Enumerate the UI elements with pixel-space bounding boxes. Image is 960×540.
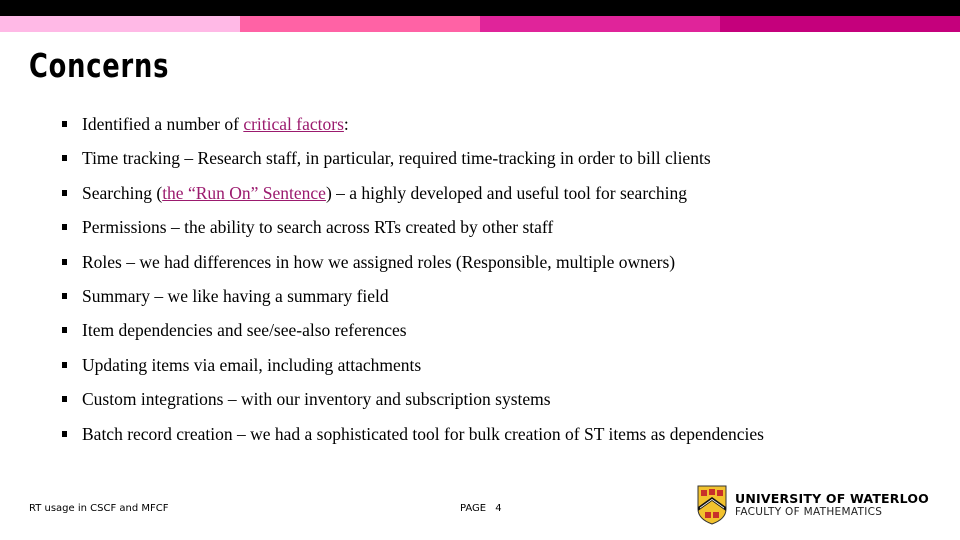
bullet-text: Updating items via email, including atta… bbox=[82, 354, 422, 375]
bullet-text: Time tracking – Research staff, in parti… bbox=[82, 148, 711, 169]
top-black-bar bbox=[0, 0, 960, 16]
square-bullet-icon bbox=[62, 292, 67, 299]
bullet-text: ) – a highly developed and useful tool f… bbox=[325, 182, 688, 203]
square-bullet-icon bbox=[62, 224, 67, 231]
hyperlink[interactable]: critical factors bbox=[243, 114, 344, 134]
accent-segment-1 bbox=[0, 16, 240, 32]
slide-title: Concerns bbox=[29, 46, 170, 85]
bullet-list: Identified a number of critical factors:… bbox=[62, 112, 764, 456]
bullet-item: Batch record creation – we had a sophist… bbox=[62, 422, 764, 456]
bullet-item: Summary – we like having a summary field bbox=[62, 284, 764, 318]
square-bullet-icon bbox=[62, 327, 67, 334]
square-bullet-icon bbox=[62, 121, 67, 127]
hyperlink[interactable]: the “Run On” Sentence bbox=[162, 183, 326, 203]
university-logo: UNIVERSITY OF WATERLOO FACULTY OF MATHEM… bbox=[697, 485, 929, 525]
bullet-item: Searching (the “Run On” Sentence) – a hi… bbox=[62, 181, 764, 215]
square-bullet-icon bbox=[62, 155, 67, 162]
university-crest-icon bbox=[697, 485, 727, 525]
accent-segment-3 bbox=[480, 16, 720, 32]
accent-color-bar bbox=[0, 16, 960, 32]
bullet-item: Permissions – the ability to search acro… bbox=[62, 215, 764, 249]
bullet-text: Batch record creation – we had a sophist… bbox=[82, 423, 764, 444]
bullet-text: Custom integrations – with our inventory… bbox=[82, 389, 551, 410]
presentation-title: RT usage in CSCF and MFCF bbox=[29, 503, 169, 514]
bullet-item: Item dependencies and see/see-also refer… bbox=[62, 318, 764, 352]
square-bullet-icon bbox=[62, 361, 67, 368]
bullet-text: Item dependencies and see/see-also refer… bbox=[82, 320, 407, 341]
bullet-text: Identified a number of bbox=[82, 114, 244, 134]
page-number: PAGE 4 bbox=[460, 503, 502, 514]
square-bullet-icon bbox=[62, 189, 67, 196]
bullet-item: Time tracking – Research staff, in parti… bbox=[62, 146, 764, 180]
bullet-item: Custom integrations – with our inventory… bbox=[62, 387, 764, 421]
bullet-item: Identified a number of critical factors: bbox=[62, 112, 764, 146]
university-name: UNIVERSITY OF WATERLOO bbox=[735, 490, 929, 506]
faculty-name: FACULTY OF MATHEMATICS bbox=[735, 505, 883, 518]
bullet-text: Searching ( bbox=[82, 182, 163, 203]
bullet-item: Updating items via email, including atta… bbox=[62, 353, 764, 387]
square-bullet-icon bbox=[62, 258, 67, 265]
bullet-text: Permissions – the ability to search acro… bbox=[82, 217, 554, 238]
square-bullet-icon bbox=[62, 396, 67, 403]
bullet-text: : bbox=[343, 114, 349, 134]
bullet-item: Roles – we had differences in how we ass… bbox=[62, 250, 764, 284]
accent-segment-2 bbox=[240, 16, 480, 32]
bullet-text: Roles – we had differences in how we ass… bbox=[82, 251, 676, 272]
bullet-text: Summary – we like having a summary field bbox=[82, 285, 389, 306]
square-bullet-icon bbox=[62, 430, 67, 437]
accent-segment-4 bbox=[720, 16, 960, 32]
